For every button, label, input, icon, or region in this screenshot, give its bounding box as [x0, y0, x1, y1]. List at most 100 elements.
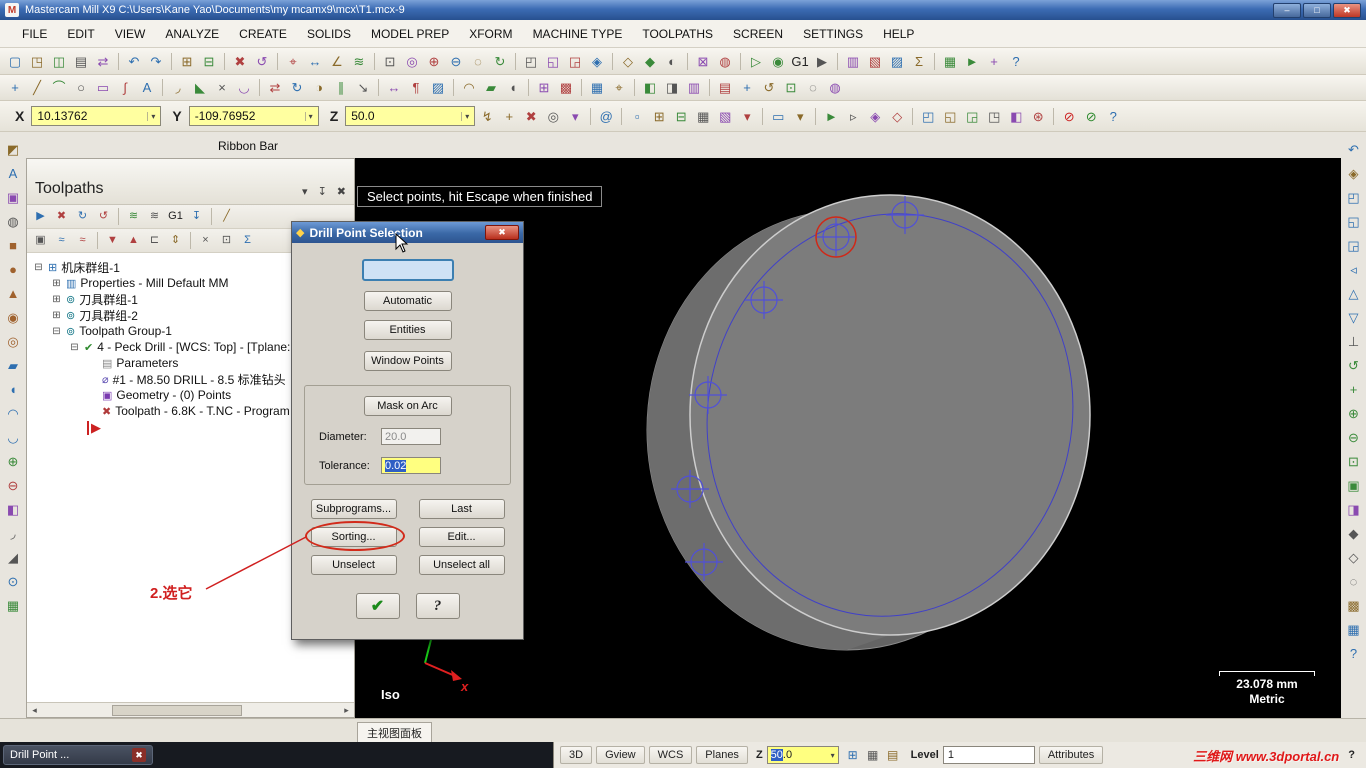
menu-toolpaths[interactable]: TOOLPATHS — [632, 22, 723, 46]
solid-pattern-icon[interactable]: ▦ — [4, 596, 23, 615]
tp-toggle-display-icon[interactable]: ≈ — [52, 231, 71, 250]
solid-fillet-icon[interactable]: ◞ — [4, 524, 23, 543]
zoom-in-right-icon[interactable]: ⊕ — [1344, 404, 1363, 423]
gview-tplane-icon[interactable]: ◲ — [962, 106, 982, 126]
tp-select-none-icon[interactable]: ✖ — [52, 207, 71, 226]
menu-view[interactable]: VIEW — [105, 22, 156, 46]
drafting-dimension-icon[interactable]: ↔ — [384, 78, 404, 98]
unzoom-icon[interactable]: ◌ — [468, 51, 488, 71]
view-previous-icon[interactable]: ↶ — [1344, 140, 1363, 159]
chamfer-entities-icon[interactable]: ◣ — [190, 78, 210, 98]
menu-analyze[interactable]: ANALYZE — [155, 22, 229, 46]
level-manager-icon[interactable]: ▥ — [684, 78, 704, 98]
select-result-icon[interactable]: ▹ — [843, 106, 863, 126]
select-all-icon[interactable]: ▭ — [768, 106, 788, 126]
menu-file[interactable]: FILE — [12, 22, 57, 46]
window-points-button[interactable]: Window Points — [363, 351, 452, 371]
status-planes-button[interactable]: Planes — [696, 746, 748, 764]
select-wireframe-mode-icon[interactable]: ◇ — [887, 106, 907, 126]
tree-expander-icon[interactable]: ⊞ — [51, 310, 62, 321]
xform-mirror-icon[interactable]: ◑ — [309, 78, 329, 98]
zoom-window-right-icon[interactable]: ⊡ — [1344, 452, 1363, 471]
join-entities-icon[interactable]: ◡ — [234, 78, 254, 98]
close-button[interactable]: ✖ — [1333, 2, 1361, 18]
clear-coord-icon[interactable]: ✖ — [521, 106, 541, 126]
undelete-icon[interactable]: ↺ — [252, 51, 272, 71]
plane-follow-icon[interactable]: ⊛ — [1028, 106, 1048, 126]
status-wcs-button[interactable]: WCS — [648, 746, 693, 764]
autocursor-override-icon[interactable]: ↯ — [477, 106, 497, 126]
analyze-dynamic-icon[interactable]: ≋ — [349, 51, 369, 71]
panel-close-icon[interactable]: ✖ — [337, 185, 346, 198]
group-manager-icon[interactable]: ▤ — [715, 78, 735, 98]
selection-dropdown-icon[interactable]: ▾ — [737, 106, 757, 126]
create-letters-icon[interactable]: A — [137, 78, 157, 98]
tree-expander-icon[interactable]: ⊟ — [69, 342, 80, 353]
dialog-taskbar-chip[interactable]: Drill Point ... ✖ — [3, 745, 153, 765]
gview-iso-small-icon[interactable]: ◳ — [984, 106, 1004, 126]
zoom-in-icon[interactable]: ⊕ — [424, 51, 444, 71]
solid-sphere-icon[interactable]: ◉ — [4, 308, 23, 327]
tolerance-field[interactable]: 0.02 — [381, 457, 441, 474]
solid-loft-icon[interactable]: ◡ — [4, 428, 23, 447]
tp-move-down-icon[interactable]: ▼ — [103, 231, 122, 250]
select-polygon-icon[interactable]: ⊞ — [649, 106, 669, 126]
solid-shell-icon[interactable]: ◧ — [4, 500, 23, 519]
viewsheet-help-icon[interactable]: ? — [1344, 644, 1363, 663]
scroll-right-icon[interactable]: ▸ — [339, 705, 354, 716]
menu-model-prep[interactable]: MODEL PREP — [361, 22, 459, 46]
wireframe-display-icon[interactable]: ◇ — [618, 51, 638, 71]
solid-revolve-icon[interactable]: ◖ — [503, 78, 523, 98]
z-depth-icon[interactable]: ⊞ — [843, 745, 863, 765]
status-z-field[interactable]: 50.0 ▾ — [766, 746, 839, 764]
plane-lock-icon[interactable]: ⊘ — [1081, 106, 1101, 126]
repaint-icon[interactable]: ↻ — [490, 51, 510, 71]
gview-right-icon[interactable]: ◲ — [565, 51, 585, 71]
create-letters-left-icon[interactable]: A — [4, 164, 23, 183]
tp-copy-icon[interactable]: ⊡ — [217, 231, 236, 250]
select-solids-mode-icon[interactable]: ◈ — [865, 106, 885, 126]
post-process-icon[interactable]: G1 — [790, 51, 810, 71]
zoom-target-icon[interactable]: ◎ — [402, 51, 422, 71]
create-arc-icon[interactable]: ⌒ — [49, 78, 69, 98]
section-view-icon[interactable]: ◨ — [1344, 500, 1363, 519]
status-3d-button[interactable]: 3D — [560, 746, 593, 764]
view-manager-icon[interactable]: ◧ — [640, 78, 660, 98]
pan-view-icon[interactable]: + — [1344, 380, 1363, 399]
drafting-note-icon[interactable]: ¶ — [406, 78, 426, 98]
view-left-icon[interactable]: ◃ — [1344, 260, 1363, 279]
z-coordinate-input[interactable]: 50.0 ▾ — [345, 106, 476, 126]
ok-button[interactable]: ✔ — [355, 593, 400, 619]
paste-image-icon[interactable]: ⊟ — [199, 51, 219, 71]
status-attributes-button[interactable]: Attributes — [1038, 746, 1104, 764]
save-file-icon[interactable]: ◫ — [49, 51, 69, 71]
select-area-icon[interactable]: ▦ — [693, 106, 713, 126]
view-normal-icon[interactable]: ⊥ — [1344, 332, 1363, 351]
scroll-left-icon[interactable]: ◂ — [27, 705, 42, 716]
chevron-down-icon[interactable]: ▾ — [304, 111, 313, 121]
menu-xform[interactable]: XFORM — [459, 22, 522, 46]
zoom-out-right-icon[interactable]: ⊖ — [1344, 428, 1363, 447]
minimize-button[interactable]: – — [1273, 2, 1301, 18]
material-setup-icon[interactable]: ▩ — [556, 78, 576, 98]
snap-settings-icon[interactable]: ⌖ — [609, 78, 629, 98]
isolate-icon[interactable]: ◍ — [825, 78, 845, 98]
toolpath-manager-toggle-icon[interactable]: ▥ — [843, 51, 863, 71]
tp-select-all-icon[interactable]: ▶ — [31, 207, 50, 226]
view-back-icon[interactable]: △ — [1344, 284, 1363, 303]
grid-settings-icon[interactable]: ▦ — [940, 51, 960, 71]
shade-toggle-icon[interactable]: ◆ — [1344, 524, 1363, 543]
surface-net-icon[interactable]: ◠ — [459, 78, 479, 98]
view-right-icon[interactable]: ◲ — [1344, 236, 1363, 255]
fillet-entities-icon[interactable]: ◞ — [168, 78, 188, 98]
automatic-button[interactable]: Automatic — [363, 291, 452, 311]
art-manager-icon[interactable]: ▨ — [887, 51, 907, 71]
menu-create[interactable]: CREATE — [229, 22, 297, 46]
delete-duplicates-icon[interactable]: ⊠ — [693, 51, 713, 71]
zoom-out-icon[interactable]: ⊖ — [446, 51, 466, 71]
gview-cplane-icon[interactable]: ◱ — [940, 106, 960, 126]
menu-help[interactable]: HELP — [873, 22, 924, 46]
translucent-display-icon[interactable]: ◐ — [662, 51, 682, 71]
solid-extrude-icon[interactable]: ▰ — [481, 78, 501, 98]
subprograms-button[interactable]: Subprograms... — [310, 499, 397, 519]
